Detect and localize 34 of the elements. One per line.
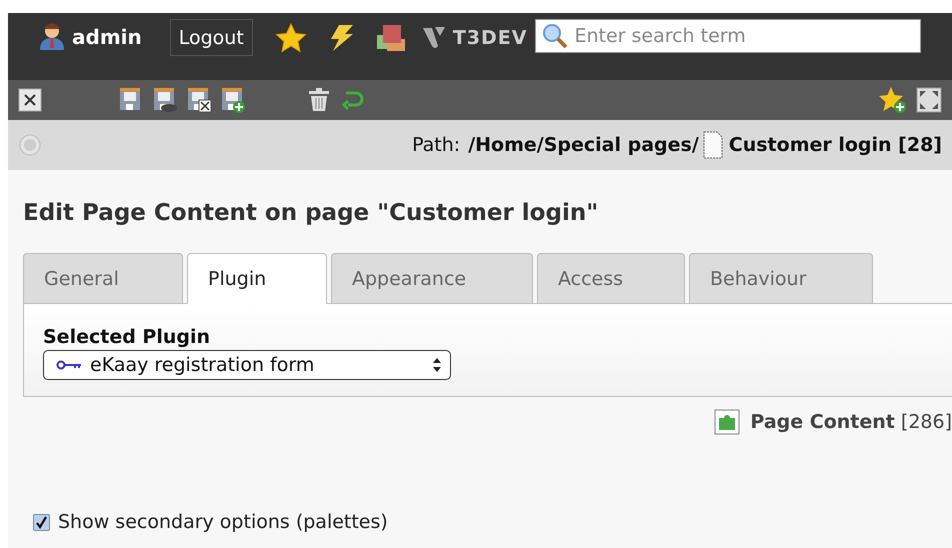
star-icon[interactable]: [274, 23, 307, 53]
save-view-icon[interactable]: [152, 86, 178, 114]
logo-icon: [420, 25, 447, 51]
tab[interactable]: Behaviour: [689, 253, 873, 304]
check-icon: [35, 516, 48, 528]
field-label: Selected Plugin: [43, 326, 212, 348]
trash-icon[interactable]: [306, 87, 332, 113]
page-title: Customer login [28]: [728, 134, 942, 156]
path-trail[interactable]: /Home/Special pages/: [468, 134, 699, 156]
logout-button[interactable]: Logout: [170, 19, 253, 56]
layers-icon[interactable]: [374, 23, 407, 53]
user-icon: [38, 22, 66, 52]
puzzle-icon: [714, 409, 740, 435]
fullscreen-icon[interactable]: [916, 87, 942, 113]
path-label: Path:: [412, 134, 460, 156]
bookmark-add-icon[interactable]: [878, 86, 908, 114]
stepper-icon: [432, 357, 442, 373]
save-close-icon[interactable]: [186, 86, 212, 114]
key-icon: [56, 360, 82, 370]
save-new-icon[interactable]: [220, 86, 246, 114]
secondary-options-checkbox[interactable]: Show secondary options (palettes): [33, 511, 952, 533]
search-icon: [542, 23, 568, 49]
page-heading: Edit Page Content on page "Customer login": [23, 200, 600, 226]
search-field[interactable]: Enter search term: [535, 19, 922, 53]
record-title: Page Content [286]: [750, 411, 952, 433]
tab[interactable]: Appearance: [331, 253, 533, 304]
username: admin: [72, 25, 142, 49]
site-name: T3DEV: [452, 27, 528, 49]
page-icon: [702, 131, 723, 159]
close-icon[interactable]: [18, 88, 42, 112]
tab[interactable]: Plugin: [187, 253, 327, 304]
tab[interactable]: Access: [537, 253, 685, 304]
plugin-select[interactable]: eKaay registration form: [43, 350, 451, 380]
tab[interactable]: General: [23, 253, 183, 304]
